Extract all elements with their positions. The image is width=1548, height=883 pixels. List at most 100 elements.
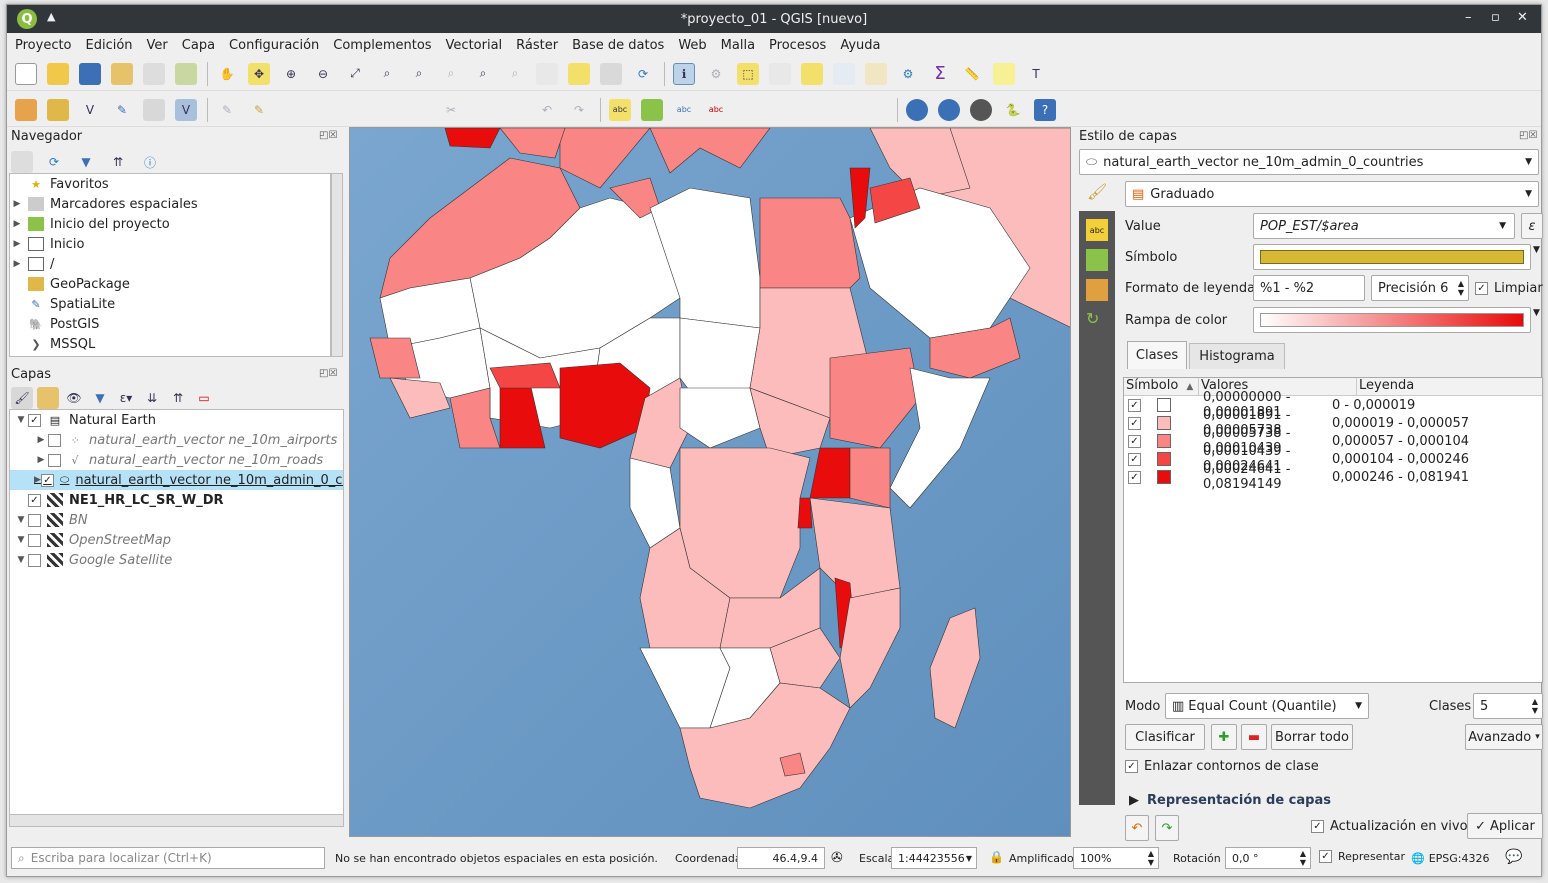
digitize-icon[interactable]: V (175, 98, 197, 121)
add-class-button[interactable]: ✚ (1211, 724, 1237, 750)
undo-icon[interactable]: ↶ (536, 99, 558, 121)
wfs-icon[interactable] (938, 98, 960, 121)
refresh-icon[interactable]: ⟳ (43, 151, 65, 173)
layer-item[interactable]: ✓ NE1_HR_LC_SR_W_DR (10, 490, 343, 510)
layer-item[interactable]: ▼ BN (10, 510, 343, 530)
menu-edicion[interactable]: Edición (86, 38, 133, 53)
color-ramp-button[interactable] (1253, 307, 1531, 333)
label-toolbar-icon[interactable]: abc (609, 98, 631, 121)
menu-ver[interactable]: Ver (147, 38, 168, 53)
value-expression-input[interactable]: POP_EST/$area ▼ (1253, 213, 1515, 239)
data-source-manager-icon[interactable] (15, 98, 37, 121)
navigator-item[interactable]: GeoPackage (10, 274, 330, 294)
delete-selected-icon[interactable] (408, 99, 430, 121)
deselect-all-icon[interactable] (801, 62, 823, 85)
class-row[interactable]: ✓ 0,00024641 - 0,08194149 0,000246 - 0,081… (1124, 462, 1542, 492)
show-hide-labels-icon[interactable] (833, 99, 855, 121)
save-edits-icon[interactable] (280, 99, 302, 121)
label-properties-icon[interactable] (865, 99, 887, 121)
panel-float-close-icon[interactable]: ◰☒ (319, 130, 337, 141)
map-canvas[interactable] (349, 127, 1071, 837)
add-selected-layers-icon[interactable] (11, 151, 33, 173)
toggle-extents-icon[interactable]: ✇ (831, 850, 843, 866)
new-virtual-layer-icon[interactable] (143, 98, 165, 121)
copy-features-icon[interactable] (472, 99, 494, 121)
navigator-item[interactable]: ▶ Marcadores espaciales (10, 194, 330, 214)
diagrams-tab-icon[interactable] (1086, 249, 1108, 271)
layers-horizontal-scrollbar[interactable] (10, 814, 343, 826)
menu-complementos[interactable]: Complementos (333, 38, 431, 53)
new-project-icon[interactable] (15, 62, 37, 85)
class-swatch[interactable] (1157, 434, 1171, 448)
panel-float-close-icon[interactable]: ◰☒ (1519, 130, 1537, 141)
menu-web[interactable]: Web (678, 38, 706, 53)
help-icon[interactable]: ? (1034, 98, 1056, 121)
current-edits-icon[interactable]: ✎ (216, 99, 238, 121)
layer-checkbox[interactable]: ✓ (28, 413, 41, 427)
new-geopackage-layer-icon[interactable] (47, 98, 69, 121)
redo-style-button[interactable]: ↷ (1155, 815, 1179, 841)
zoom-in-icon[interactable]: ⊕ (280, 63, 302, 85)
navigator-item[interactable]: ▶ / (10, 254, 330, 274)
processing-toolbox-icon[interactable]: ⚙ (897, 63, 919, 85)
statistical-summary-icon[interactable]: Σ (929, 63, 951, 85)
pan-to-selection-icon[interactable]: ✥ (248, 62, 270, 85)
save-project-icon[interactable] (79, 62, 101, 85)
refresh-icon[interactable]: ⟳ (632, 63, 654, 85)
collapse-all-icon[interactable]: ⇈ (107, 151, 129, 173)
modify-attributes-icon[interactable] (376, 99, 398, 121)
menu-base-de-datos[interactable]: Base de datos (572, 38, 664, 53)
layer-checkbox[interactable] (28, 533, 41, 547)
new-temporary-layer-icon[interactable]: ✎ (111, 99, 133, 121)
manage-map-themes-icon[interactable]: 👁 (63, 387, 85, 409)
coordinate-field[interactable]: 46.4,9.4 (737, 847, 825, 869)
pin-labels-icon[interactable]: abc (673, 99, 695, 121)
crs-button[interactable]: 🌐 EPSG:4326 (1411, 852, 1490, 865)
map-tips-icon[interactable] (993, 62, 1015, 85)
menu-raster[interactable]: Ráster (516, 38, 558, 53)
tab-histograma[interactable]: Histograma (1189, 343, 1285, 369)
cut-features-icon[interactable]: ✂ (440, 99, 462, 121)
layer-checkbox[interactable] (28, 553, 41, 567)
python-console-icon[interactable]: 🐍 (1002, 99, 1024, 121)
move-label-icon[interactable] (737, 99, 759, 121)
navigator-item[interactable]: ✎ SpatiaLite (10, 294, 330, 314)
renderer-select[interactable]: ▤ Graduado ▼ (1125, 181, 1539, 207)
panel-float-close-icon[interactable]: ◰☒ (319, 368, 337, 379)
chevron-down-icon[interactable]: ▼ (1533, 245, 1540, 255)
navigator-item[interactable]: ▶ Inicio del proyecto (10, 214, 330, 234)
class-swatch[interactable] (1157, 470, 1171, 484)
run-action-icon[interactable]: ⚙ (705, 63, 727, 85)
magnifier-field[interactable]: 100% ▲ ▼ (1073, 847, 1159, 869)
lock-scale-icon[interactable]: 🔒 (989, 850, 1004, 864)
layer-checkbox[interactable] (48, 433, 61, 447)
zoom-to-layer-icon[interactable]: ⌕ (408, 63, 430, 85)
toggle-editing-icon[interactable]: ✎ (248, 99, 270, 121)
vertex-tool-icon[interactable] (344, 99, 366, 121)
3d-view-tab-icon[interactable] (1086, 279, 1108, 301)
menu-ayuda[interactable]: Ayuda (840, 38, 880, 53)
advanced-button[interactable]: Avanzado ▾ (1465, 724, 1543, 750)
measure-icon[interactable]: 📏 (961, 63, 983, 85)
menu-vectorial[interactable]: Vectorial (446, 38, 503, 53)
layer-checkbox[interactable] (48, 453, 61, 467)
render-checkbox[interactable]: ✓ Representar (1319, 850, 1405, 863)
zoom-full-icon[interactable]: ⤢ (344, 63, 366, 85)
class-swatch[interactable] (1157, 416, 1171, 430)
classify-button[interactable]: Clasificar (1125, 724, 1205, 750)
new-shapefile-layer-icon[interactable]: V (79, 99, 101, 121)
zoom-out-icon[interactable]: ⊖ (312, 63, 334, 85)
symbol-button[interactable] (1253, 244, 1531, 270)
close-button[interactable]: ✕ (1517, 10, 1528, 25)
legend-format-input[interactable]: %1 - %2 (1253, 275, 1365, 301)
apply-button[interactable]: ✓ Aplicar (1467, 813, 1543, 839)
navigator-item[interactable]: ▶ Inicio (10, 234, 330, 254)
new-3d-view-icon[interactable] (568, 62, 590, 85)
wms-icon[interactable] (906, 98, 928, 121)
expand-all-icon[interactable]: ⇊ (141, 387, 163, 409)
filter-icon[interactable]: ▼ (75, 151, 97, 173)
live-update-checkbox[interactable]: ✓ Actualización en vivo (1311, 819, 1468, 834)
maximize-button[interactable]: ▫ (1491, 10, 1500, 25)
layer-item[interactable]: ▼ ✓ ▤ Natural Earth (10, 410, 343, 430)
header-legend[interactable]: Leyenda (1356, 378, 1542, 395)
